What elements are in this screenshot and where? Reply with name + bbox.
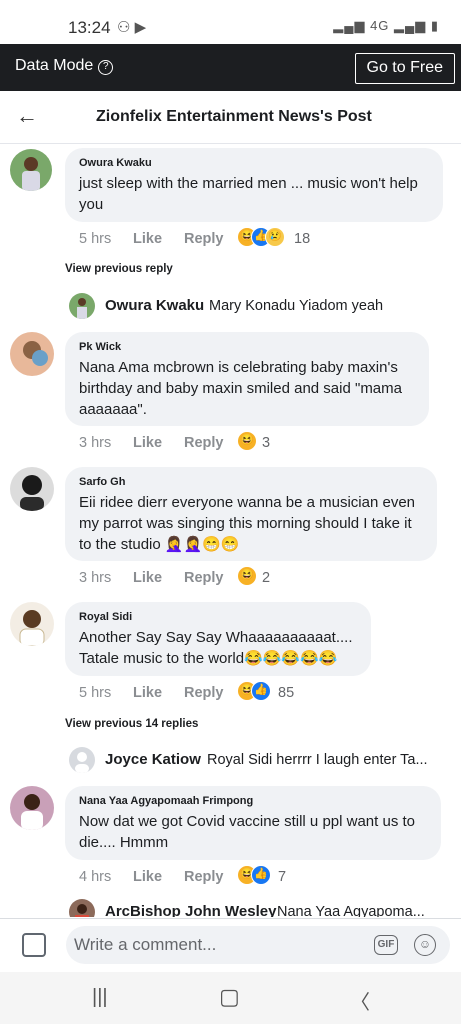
go-to-free-button[interactable]: Go to Free <box>354 53 455 84</box>
comment-actions: 5 hrs Like Reply 😆 👍 85 <box>0 681 461 705</box>
reply-text: Royal Sidi herrrr I laugh enter Ta... <box>207 752 428 768</box>
comment-author[interactable]: Nana Yaa Agyapomaah Frimpong <box>79 795 427 807</box>
reply-item[interactable]: Owura Kwaku Mary Konadu Yiadom yeah <box>0 293 461 323</box>
comment-author[interactable]: Royal Sidi <box>79 611 357 623</box>
info-icon[interactable]: ? <box>98 60 114 75</box>
like-button[interactable]: Like <box>133 570 162 586</box>
comment-text: Another Say Say Say Whaaaaaaaaaat.... Ta… <box>79 629 353 667</box>
reply-item[interactable]: ArcBishop John Wesley Nana Yaa Agyapoma.… <box>0 899 461 917</box>
reply-button[interactable]: Reply <box>184 231 224 247</box>
back-arrow-icon[interactable]: ← <box>16 103 38 129</box>
avatar[interactable] <box>10 602 54 646</box>
comment-text: just sleep with the married men ... musi… <box>79 175 418 213</box>
page-title: Zionfelix Entertainment News's Post <box>96 108 372 125</box>
reply-button[interactable]: Reply <box>184 685 224 701</box>
like-button[interactable]: Like <box>133 685 162 701</box>
comment-bubble[interactable]: Sarfo Gh Eii ridee dierr everyone wanna … <box>65 467 437 561</box>
reactions[interactable]: 😆 👍 😢 <box>237 227 285 247</box>
notification-icons: ⚇ ▶ <box>117 19 147 36</box>
reactions[interactable]: 😆 👍 <box>237 865 271 885</box>
reactions[interactable]: 😆 👍 <box>237 681 271 701</box>
emoji-icon[interactable]: ☺ <box>414 934 436 956</box>
comment-actions: 3 hrs Like Reply 😆 3 <box>0 431 461 455</box>
status-time: 13:24 <box>68 18 111 37</box>
home-icon[interactable]: ▢ <box>219 984 240 1010</box>
comment-composer: Write a comment... GIF ☺ <box>0 918 461 972</box>
reaction-count[interactable]: 18 <box>294 231 310 247</box>
like-button[interactable]: Like <box>133 869 162 885</box>
comment-bubble[interactable]: Royal Sidi Another Say Say Say Whaaaaaaa… <box>65 602 371 676</box>
avatar[interactable] <box>69 899 95 917</box>
reaction-count[interactable]: 2 <box>262 570 270 586</box>
avatar[interactable] <box>10 332 54 376</box>
reply-text: Mary Konadu Yiadom yeah <box>209 298 384 314</box>
comment-text: Nana Ama mcbrown is celebrating baby max… <box>79 359 402 418</box>
comment-author[interactable]: Sarfo Gh <box>79 476 423 488</box>
like-reaction-icon: 👍 <box>251 681 271 701</box>
avatar[interactable] <box>10 786 54 830</box>
view-previous-replies[interactable]: View previous reply <box>65 263 173 275</box>
gif-icon[interactable]: GIF <box>374 935 398 955</box>
recents-icon[interactable]: ||| <box>92 986 108 1009</box>
comment-time: 5 hrs <box>79 231 112 247</box>
reactions[interactable]: 😆 <box>237 566 257 586</box>
like-button[interactable]: Like <box>133 435 162 451</box>
system-nav-bar: ||| ▢ 〈 <box>0 972 461 1024</box>
avatar[interactable] <box>10 149 52 191</box>
comment-bubble[interactable]: Nana Yaa Agyapomaah Frimpong Now dat we … <box>65 786 441 860</box>
reply-button[interactable]: Reply <box>184 869 224 885</box>
post-header: ← Zionfelix Entertainment News's Post <box>0 91 461 144</box>
comments-list[interactable]: Owura Kwaku just sleep with the married … <box>0 145 461 917</box>
comment-text: Eii ridee dierr everyone wanna be a musi… <box>79 494 416 553</box>
data-mode-text: Data Mode <box>15 57 94 74</box>
comment-text: Now dat we got Covid vaccine still u ppl… <box>79 813 415 851</box>
comment-author[interactable]: Pk Wick <box>79 341 415 353</box>
comment-bubble[interactable]: Owura Kwaku just sleep with the married … <box>65 148 443 222</box>
like-reaction-icon: 👍 <box>251 865 271 885</box>
comment-time: 3 hrs <box>79 570 112 586</box>
comment-time: 3 hrs <box>79 435 112 451</box>
reply-text: Nana Yaa Agyapoma... <box>277 904 425 917</box>
data-mode-label[interactable]: Data Mode? <box>15 57 114 75</box>
avatar[interactable] <box>10 467 54 511</box>
avatar[interactable] <box>69 293 95 319</box>
photo-icon[interactable] <box>22 933 46 957</box>
view-previous-replies[interactable]: View previous 14 replies <box>65 718 198 730</box>
sad-reaction-icon: 😢 <box>265 227 285 247</box>
reply-author[interactable]: Owura Kwaku <box>105 297 204 314</box>
comment-actions: 5 hrs Like Reply 😆 👍 😢 18 <box>0 227 461 251</box>
reaction-count[interactable]: 7 <box>278 869 286 885</box>
haha-reaction-icon: 😆 <box>237 566 257 586</box>
status-bar: 13:24 ⚇ ▶ ▂▄▆ 4G ▂▄▆ ▮ <box>0 0 461 44</box>
reply-author[interactable]: Joyce Katiow <box>105 751 201 768</box>
data-mode-bar: Data Mode? Go to Free <box>0 44 461 91</box>
reactions[interactable]: 😆 <box>237 431 257 451</box>
reply-author[interactable]: ArcBishop John Wesley <box>105 903 276 917</box>
comment-author[interactable]: Owura Kwaku <box>79 157 429 169</box>
haha-reaction-icon: 😆 <box>237 431 257 451</box>
comment-input[interactable]: Write a comment... GIF ☺ <box>66 926 450 964</box>
comment-placeholder: Write a comment... <box>74 935 217 954</box>
signal-battery-icon: ▂▄▆ 4G ▂▄▆ ▮ <box>333 18 439 33</box>
comment-time: 5 hrs <box>79 685 112 701</box>
like-button[interactable]: Like <box>133 231 162 247</box>
reply-item[interactable]: Joyce Katiow Royal Sidi herrrr I laugh e… <box>0 747 461 777</box>
back-icon[interactable]: 〈 <box>350 986 370 1015</box>
reaction-count[interactable]: 3 <box>262 435 270 451</box>
reply-button[interactable]: Reply <box>184 435 224 451</box>
comment-actions: 3 hrs Like Reply 😆 2 <box>0 566 461 590</box>
reaction-count[interactable]: 85 <box>278 685 294 701</box>
reply-button[interactable]: Reply <box>184 570 224 586</box>
comment-bubble[interactable]: Pk Wick Nana Ama mcbrown is celebrating … <box>65 332 429 426</box>
comment-actions: 4 hrs Like Reply 😆 👍 7 <box>0 865 461 889</box>
comment-time: 4 hrs <box>79 869 112 885</box>
avatar[interactable] <box>69 747 95 773</box>
